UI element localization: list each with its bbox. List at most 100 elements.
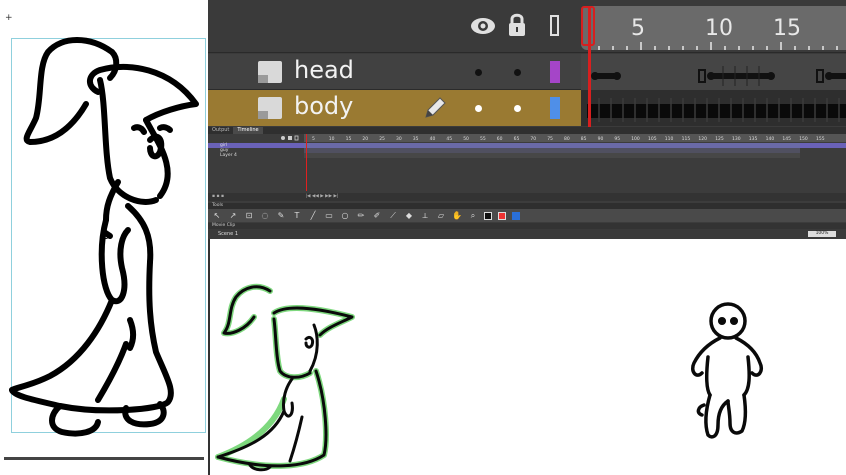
flash-timeline-panel: Output Timeline 5 10 15 20 25 30 35 40 45 50 55 60 65…	[208, 127, 846, 239]
ruler-label: 120	[698, 136, 707, 142]
lock-icon[interactable]	[507, 12, 527, 38]
ruler-label: 65	[514, 136, 520, 142]
ruler-label: 5	[312, 136, 315, 142]
layer-icon	[258, 61, 282, 83]
frame-ruler[interactable]: 5 10 15	[581, 6, 846, 50]
eraser-tool-icon[interactable]: ▱	[436, 211, 446, 220]
frame-number: 10	[705, 16, 733, 41]
ruler-label: 110	[665, 136, 674, 142]
ruler-label: 150	[799, 136, 808, 142]
layer-frames-body[interactable]	[581, 90, 846, 126]
hand-tool-icon[interactable]: ✋	[452, 211, 462, 220]
screenshot-root: + 5 10 15 head body Output Timeline 5 10…	[0, 0, 846, 475]
layer-color-swatch[interactable]	[550, 61, 560, 83]
frame-ruler-small[interactable]: 5 10 15 20 25 30 35 40 45 50 55 60 65 70 75 80 85 90 95 100…	[304, 134, 846, 142]
layer-frames[interactable]	[304, 153, 800, 158]
ruler-label: 25	[379, 136, 385, 142]
paint-bucket-tool-icon[interactable]: ◆	[404, 211, 414, 220]
playhead-line[interactable]	[588, 6, 591, 127]
swap-colors-icon[interactable]	[512, 211, 520, 220]
ruler-label: 50	[463, 136, 469, 142]
line-tool-icon[interactable]: ╱	[308, 211, 318, 220]
ruler-label: 115	[682, 136, 691, 142]
layer-icon	[258, 97, 282, 119]
outline-icon[interactable]	[550, 15, 559, 36]
ruler-label: 40	[430, 136, 436, 142]
bone-tool-icon[interactable]: ⟋	[388, 211, 398, 221]
ruler-label: 45	[446, 136, 452, 142]
symbol-edit-panel: +	[0, 0, 208, 475]
eyedropper-tool-icon[interactable]: ⟂	[420, 211, 430, 221]
zoom-tool-icon[interactable]: ⌕	[468, 211, 478, 221]
fill-color-swatch[interactable]	[498, 211, 506, 220]
ruler-label: 35	[413, 136, 419, 142]
playback-controls[interactable]: |◀ ◀◀ ▶ ▶▶ ▶|	[305, 194, 338, 199]
selection-tool-icon[interactable]: ↖	[212, 211, 222, 220]
ruler-label: 85	[581, 136, 587, 142]
ruler-label: 105	[648, 136, 657, 142]
layer-name: Layer 4	[220, 153, 237, 158]
ruler-label: 55	[480, 136, 486, 142]
tab-timeline[interactable]: Timeline	[233, 127, 263, 134]
timeline-header: 5 10 15	[208, 0, 846, 53]
pencil-tool-icon[interactable]: ✏	[356, 211, 366, 220]
oval-tool-icon[interactable]: ○	[340, 211, 350, 220]
ruler-label: 75	[547, 136, 553, 142]
ruler-label: 90	[598, 136, 604, 142]
timeline-controls: ▪ ▪ ▪ |◀ ◀◀ ▶ ▶▶ ▶|	[208, 193, 846, 201]
pen-tool-icon[interactable]: ✎	[276, 211, 286, 220]
ruler-label: 80	[564, 136, 570, 142]
free-transform-tool-icon[interactable]: ⊡	[244, 211, 254, 220]
ruler-label: 10	[329, 136, 335, 142]
zoomed-timeline: 5 10 15 head body	[208, 0, 846, 127]
ruler-label: 135	[749, 136, 758, 142]
subselection-tool-icon[interactable]: ↗	[228, 211, 238, 220]
stage[interactable]	[208, 239, 846, 475]
frame-number: 5	[631, 16, 645, 41]
ruler-label: 95	[614, 136, 620, 142]
stroke-color-swatch[interactable]	[484, 211, 492, 220]
ruler-label: 20	[362, 136, 368, 142]
lock-toggle[interactable]	[514, 69, 521, 76]
playhead-line-small[interactable]	[306, 134, 307, 191]
pencil-icon	[425, 97, 446, 118]
ruler-label: 145	[782, 136, 791, 142]
tab-output[interactable]: Output	[208, 127, 233, 134]
stage-edge-line	[4, 457, 204, 460]
new-layer-icon[interactable]: ▪ ▪ ▪	[212, 194, 224, 199]
ruler-label: 30	[396, 136, 402, 142]
layer-row-layer4[interactable]: Layer 4	[208, 153, 846, 158]
layer-color-swatch[interactable]	[550, 97, 560, 119]
brush-tool-icon[interactable]: ✐	[372, 211, 382, 220]
ruler-label: 70	[530, 136, 536, 142]
ruler-labels: 5 10 15 20 25 30 35 40 45 50 55 60 65 70 75 80 85 90 95 100…	[312, 136, 825, 142]
visibility-toggle[interactable]	[475, 69, 482, 76]
layer-row-body[interactable]: body	[208, 90, 846, 126]
ruler-label: 125	[715, 136, 724, 142]
ruler-label: 130	[732, 136, 741, 142]
tools-toolbar: ↖ ↗ ⊡ ◌ ✎ T ╱ ▭ ○ ✏ ✐ ⟋ ◆ ⟂ ▱ ✋ ⌕	[208, 209, 846, 222]
zoom-select[interactable]: 100%	[808, 231, 836, 237]
timeline-header-icons	[281, 135, 299, 141]
visibility-toggle[interactable]	[475, 105, 482, 112]
guy-symbol-on-stage	[690, 302, 764, 439]
ruler-label: 100	[631, 136, 640, 142]
ruler-label: 140	[766, 136, 775, 142]
text-tool-icon[interactable]: T	[292, 211, 302, 220]
ruler-label: 15	[346, 136, 352, 142]
scene-breadcrumb[interactable]: Scene 1	[208, 229, 846, 239]
layer-name: body	[294, 92, 354, 120]
rectangle-tool-icon[interactable]: ▭	[324, 211, 334, 220]
ruler-label: 60	[497, 136, 503, 142]
girl-character-drawing[interactable]	[0, 0, 208, 475]
lasso-tool-icon[interactable]: ◌	[260, 211, 270, 220]
frame-number: 15	[773, 16, 801, 41]
panel-tabs: Output Timeline	[208, 127, 846, 134]
eye-icon[interactable]	[470, 16, 496, 36]
layer-frames-head[interactable]	[581, 54, 846, 90]
lock-toggle[interactable]	[514, 105, 521, 112]
layer-name: head	[294, 56, 354, 84]
girl-symbol-on-stage	[215, 283, 355, 472]
layer-row-head[interactable]: head	[208, 54, 846, 90]
ruler-ticks	[598, 42, 838, 50]
